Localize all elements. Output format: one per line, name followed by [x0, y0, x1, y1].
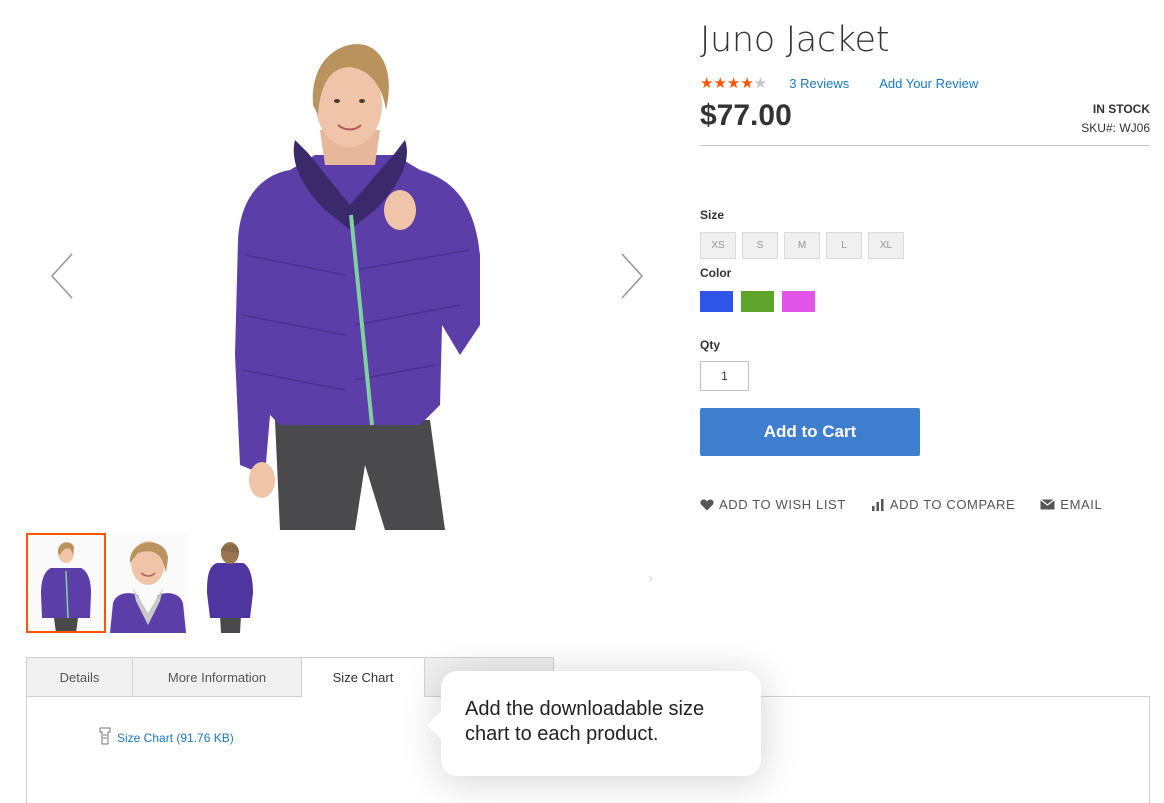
envelope-icon: [1040, 499, 1056, 510]
rating-summary: ★★★★★ 3 Reviews Add Your Review: [700, 74, 1150, 92]
thumbnail-back[interactable]: [190, 533, 270, 633]
product-info: Juno Jacket ★★★★★ 3 Reviews Add Your Rev…: [700, 16, 1150, 512]
product-title: Juno Jacket: [700, 20, 890, 60]
qty-label: Qty: [700, 338, 721, 352]
product-price: $77.00: [700, 99, 792, 132]
main-product-image[interactable]: [150, 25, 550, 530]
add-to-compare-link[interactable]: ADD TO COMPARE: [871, 497, 1015, 512]
size-option-m[interactable]: M: [784, 232, 820, 259]
size-label: Size: [700, 208, 725, 222]
add-review-link[interactable]: Add Your Review: [879, 76, 978, 91]
chevron-right-icon: [621, 253, 644, 299]
tab-details[interactable]: Details: [26, 657, 132, 697]
size-option-l[interactable]: L: [826, 232, 862, 259]
reviews-link[interactable]: 3 Reviews: [789, 76, 849, 91]
product-sku: SKU#: WJ06: [1081, 121, 1150, 135]
tab-size-chart[interactable]: Size Chart: [301, 657, 424, 698]
gallery-prev-arrow[interactable]: [44, 246, 84, 306]
heart-icon: [700, 499, 714, 511]
color-option-blue[interactable]: [700, 291, 733, 312]
bar-chart-icon: [871, 498, 885, 511]
compare-label: ADD TO COMPARE: [889, 497, 1016, 512]
file-icon: [97, 727, 113, 748]
thumbnail-strip: [26, 533, 270, 633]
thumbnail-closeup[interactable]: [108, 533, 188, 633]
color-swatches: [700, 291, 815, 312]
gallery-next-arrow[interactable]: [610, 246, 650, 306]
rating-stars: ★★★★★: [700, 75, 768, 92]
chevron-left-icon: [50, 253, 73, 299]
wishlist-label: ADD TO WISH LIST: [719, 497, 846, 512]
color-option-purple[interactable]: [782, 291, 815, 312]
tooltip-callout: Add the downloadable size chart to each …: [427, 671, 761, 776]
size-chart-link[interactable]: Size Chart (91.76 KB): [117, 731, 234, 745]
add-to-wishlist-link[interactable]: ADD TO WISH LIST: [700, 497, 846, 512]
callout-text: Add the downloadable size chart to each …: [465, 698, 705, 745]
tab-more-information[interactable]: More Information: [132, 657, 301, 697]
thumbnail-front[interactable]: [26, 533, 106, 633]
size-option-xl[interactable]: XL: [868, 232, 904, 259]
size-swatches: XS S M L XL: [700, 232, 904, 259]
email-label: EMAIL: [1060, 497, 1103, 512]
stock-status: IN STOCK: [1092, 102, 1150, 116]
qty-input[interactable]: [700, 361, 749, 391]
price-row: $77.00 IN STOCK SKU#: WJ06: [700, 98, 1150, 146]
thumbnail-next-arrow[interactable]: ›: [648, 570, 653, 588]
callout-pointer: [427, 711, 441, 739]
product-actions: ADD TO WISH LIST ADD TO COMPARE EMAIL: [700, 497, 1102, 512]
product-gallery: ›: [0, 0, 690, 640]
color-label: Color: [700, 266, 732, 280]
size-option-s[interactable]: S: [742, 232, 778, 259]
size-option-xs[interactable]: XS: [700, 232, 736, 259]
email-link[interactable]: EMAIL: [1040, 497, 1102, 512]
color-option-green[interactable]: [741, 291, 774, 312]
stock-info: IN STOCK SKU#: WJ06: [1081, 98, 1150, 135]
add-to-cart-button[interactable]: Add to Cart: [700, 408, 920, 456]
size-chart-download: Size Chart (91.76 KB): [97, 727, 234, 748]
